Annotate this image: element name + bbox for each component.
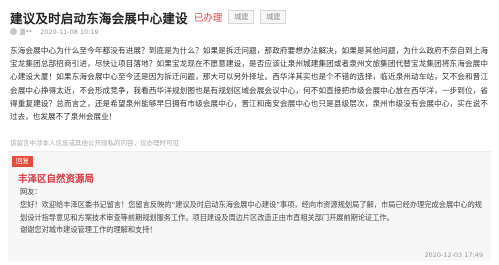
post-header: 建议及时启动东海会展中心建设 已办理 城建 城建 [10, 7, 490, 27]
avatar [10, 28, 17, 35]
reply-panel: 回复 丰泽区自然资源局 网友： 您好！欢迎给丰泽区委书记留言！您留言反映的“建议… [8, 151, 491, 261]
post-content: 东海会展中心为什么至今年都没有进展？到底是为什么？如果是拆迁问题，那政府要想办法… [10, 46, 488, 122]
tag-badge[interactable]: 城建 [228, 10, 255, 24]
reply-content: 您好！欢迎给丰泽区委书记留言！您留言反映的“建议及时启动东海会展中心建设”事项，… [20, 200, 482, 234]
author-name: 潘** [19, 28, 32, 36]
post-meta: 潘** 2020-11-08 10:19 [10, 26, 99, 36]
post-title: 建议及时启动东海会展中心建设 [10, 10, 188, 26]
reply-greeting: 网友： [20, 187, 42, 196]
status-badge: 已办理 [193, 13, 223, 24]
reply-badge: 回复 [12, 156, 33, 167]
reply-date: 2020-12-03 17:49 [424, 251, 483, 259]
tag-badge[interactable]: 城建 [260, 10, 287, 24]
privacy-note: 该留言中涉本人信息或其他公开隐私的内容，仅办理时可见 [10, 139, 179, 147]
post-timestamp: 2020-11-08 10:19 [40, 28, 99, 36]
reply-organization: 丰泽区自然资源局 [18, 174, 95, 185]
